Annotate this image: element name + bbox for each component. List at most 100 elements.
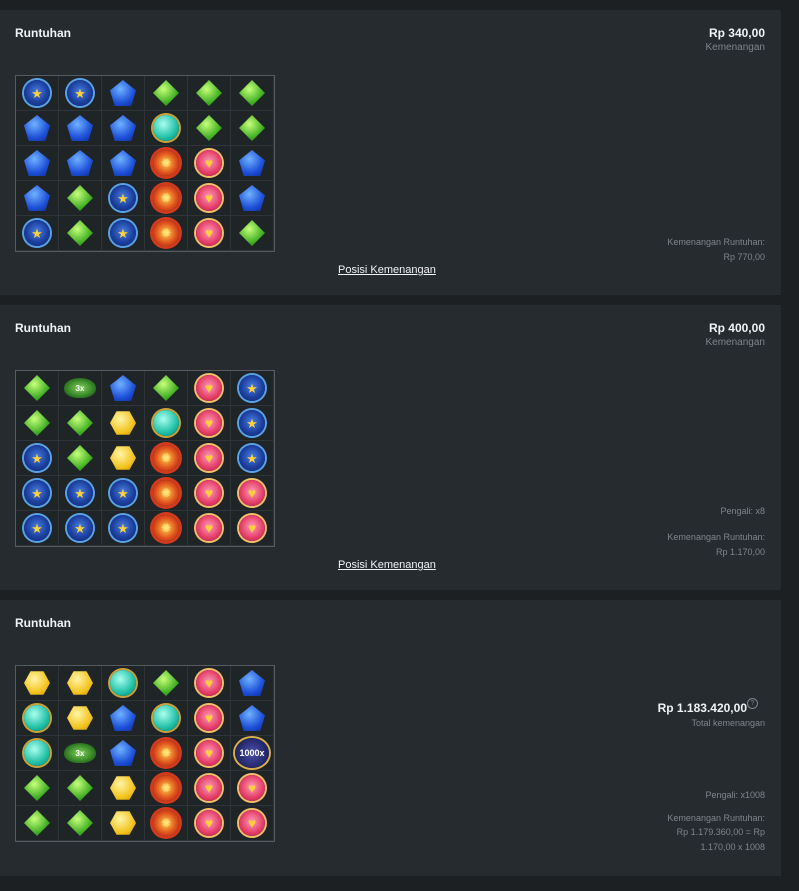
grid-cell bbox=[59, 771, 102, 806]
winning-positions-link[interactable]: Posisi Kemenangan bbox=[338, 559, 436, 571]
blue-symbol-icon bbox=[110, 375, 136, 401]
grid-cell bbox=[188, 806, 231, 841]
grid-cell bbox=[188, 371, 231, 406]
winning-positions-link[interactable]: Posisi Kemenangan bbox=[338, 264, 436, 276]
grid-cell bbox=[16, 371, 59, 406]
blue-symbol-icon bbox=[67, 115, 93, 141]
grid-cell bbox=[145, 771, 188, 806]
heart-symbol-icon bbox=[196, 220, 222, 246]
teal-symbol-icon bbox=[24, 705, 50, 731]
teal-symbol-icon bbox=[153, 705, 179, 731]
grid-cell bbox=[231, 666, 274, 701]
grid-cell bbox=[231, 216, 274, 251]
heart-symbol-icon bbox=[239, 810, 265, 836]
grid-cell bbox=[145, 216, 188, 251]
grid-cell bbox=[145, 736, 188, 771]
grid-cell bbox=[231, 406, 274, 441]
grid-cell bbox=[59, 406, 102, 441]
symbol-grid: 3x 1000x bbox=[15, 665, 275, 842]
green-symbol-icon bbox=[67, 220, 93, 246]
grid-cell bbox=[145, 476, 188, 511]
green-symbol-icon bbox=[67, 810, 93, 836]
yellow-symbol-icon bbox=[67, 706, 93, 730]
green-symbol-icon bbox=[239, 115, 265, 141]
heart-symbol-icon bbox=[196, 670, 222, 696]
grid-cell bbox=[16, 476, 59, 511]
blue-symbol-icon bbox=[24, 115, 50, 141]
grid-cell: 3x bbox=[59, 371, 102, 406]
grid-cell bbox=[102, 511, 145, 546]
teal-symbol-icon bbox=[153, 115, 179, 141]
grid-cell bbox=[231, 511, 274, 546]
star-symbol-icon bbox=[24, 515, 50, 541]
panel-title: Runtuhan bbox=[15, 616, 71, 630]
cascade-win-value: Rp 1.179.360,00 = Rp bbox=[676, 827, 765, 837]
total-win-amount: Rp 1.183.420,00 bbox=[657, 701, 747, 715]
blue-symbol-icon bbox=[110, 150, 136, 176]
grid-cell bbox=[59, 146, 102, 181]
green-symbol-icon bbox=[153, 670, 179, 696]
sun-symbol-icon bbox=[153, 810, 179, 836]
green-symbol-icon bbox=[24, 410, 50, 436]
grid-cell: 1000x bbox=[231, 736, 274, 771]
grid-cell bbox=[59, 111, 102, 146]
grid-cell bbox=[16, 216, 59, 251]
teal-symbol-icon bbox=[110, 670, 136, 696]
cascade-win-label: Kemenangan Runtuhan: bbox=[667, 532, 765, 542]
heart-symbol-icon bbox=[196, 445, 222, 471]
multiplier-text: Pengali: x1008 bbox=[705, 790, 765, 800]
grid-cell bbox=[188, 111, 231, 146]
grid-cell bbox=[102, 736, 145, 771]
win-label: Kemenangan bbox=[705, 42, 766, 53]
panel-title: Runtuhan bbox=[15, 26, 71, 40]
green-symbol-icon bbox=[24, 775, 50, 801]
sun-symbol-icon bbox=[153, 220, 179, 246]
cascade-panel-3: Runtuhan 3x 1000x Rp 1.183.420,00 ? Total… bbox=[0, 600, 781, 876]
green-symbol-icon bbox=[67, 775, 93, 801]
blue-symbol-icon bbox=[110, 115, 136, 141]
grid-cell bbox=[145, 806, 188, 841]
sun-symbol-icon bbox=[153, 185, 179, 211]
grid-cell bbox=[188, 441, 231, 476]
grid-cell bbox=[102, 216, 145, 251]
grid-cell bbox=[16, 181, 59, 216]
grid-cell bbox=[145, 511, 188, 546]
grid-cell bbox=[145, 371, 188, 406]
blue-symbol-icon bbox=[239, 185, 265, 211]
mult-symbol-icon: 3x bbox=[64, 743, 96, 763]
grid-cell bbox=[102, 701, 145, 736]
grid-cell bbox=[231, 111, 274, 146]
heart-symbol-icon bbox=[239, 515, 265, 541]
blue-symbol-icon bbox=[110, 740, 136, 766]
green-symbol-icon bbox=[153, 80, 179, 106]
teal-symbol-icon bbox=[153, 410, 179, 436]
yellow-symbol-icon bbox=[110, 776, 136, 800]
green-symbol-icon bbox=[239, 80, 265, 106]
mult-symbol-icon: 3x bbox=[64, 378, 96, 398]
grid-cell bbox=[145, 111, 188, 146]
grid-cell bbox=[16, 146, 59, 181]
help-icon[interactable]: ? bbox=[747, 698, 758, 709]
sun-symbol-icon bbox=[153, 480, 179, 506]
grid-cell bbox=[59, 511, 102, 546]
grid-cell bbox=[102, 441, 145, 476]
cascade-panel-2: Runtuhan Rp 400,00 Kemenangan 3x Pengali… bbox=[0, 305, 781, 590]
blue-symbol-icon bbox=[239, 670, 265, 696]
green-symbol-icon bbox=[67, 185, 93, 211]
grid-cell bbox=[188, 406, 231, 441]
grid-cell bbox=[188, 771, 231, 806]
grid-cell bbox=[59, 181, 102, 216]
grid-cell bbox=[231, 181, 274, 216]
grid-cell bbox=[59, 216, 102, 251]
grid-cell bbox=[145, 441, 188, 476]
grid-cell bbox=[16, 771, 59, 806]
green-symbol-icon bbox=[24, 810, 50, 836]
total-win-label: Total kemenangan bbox=[691, 718, 765, 728]
grid-cell bbox=[59, 806, 102, 841]
grid-cell bbox=[102, 76, 145, 111]
grid-cell bbox=[16, 76, 59, 111]
grid-cell bbox=[59, 76, 102, 111]
grid-cell bbox=[188, 76, 231, 111]
grid-cell bbox=[102, 181, 145, 216]
symbol-grid bbox=[15, 75, 275, 252]
